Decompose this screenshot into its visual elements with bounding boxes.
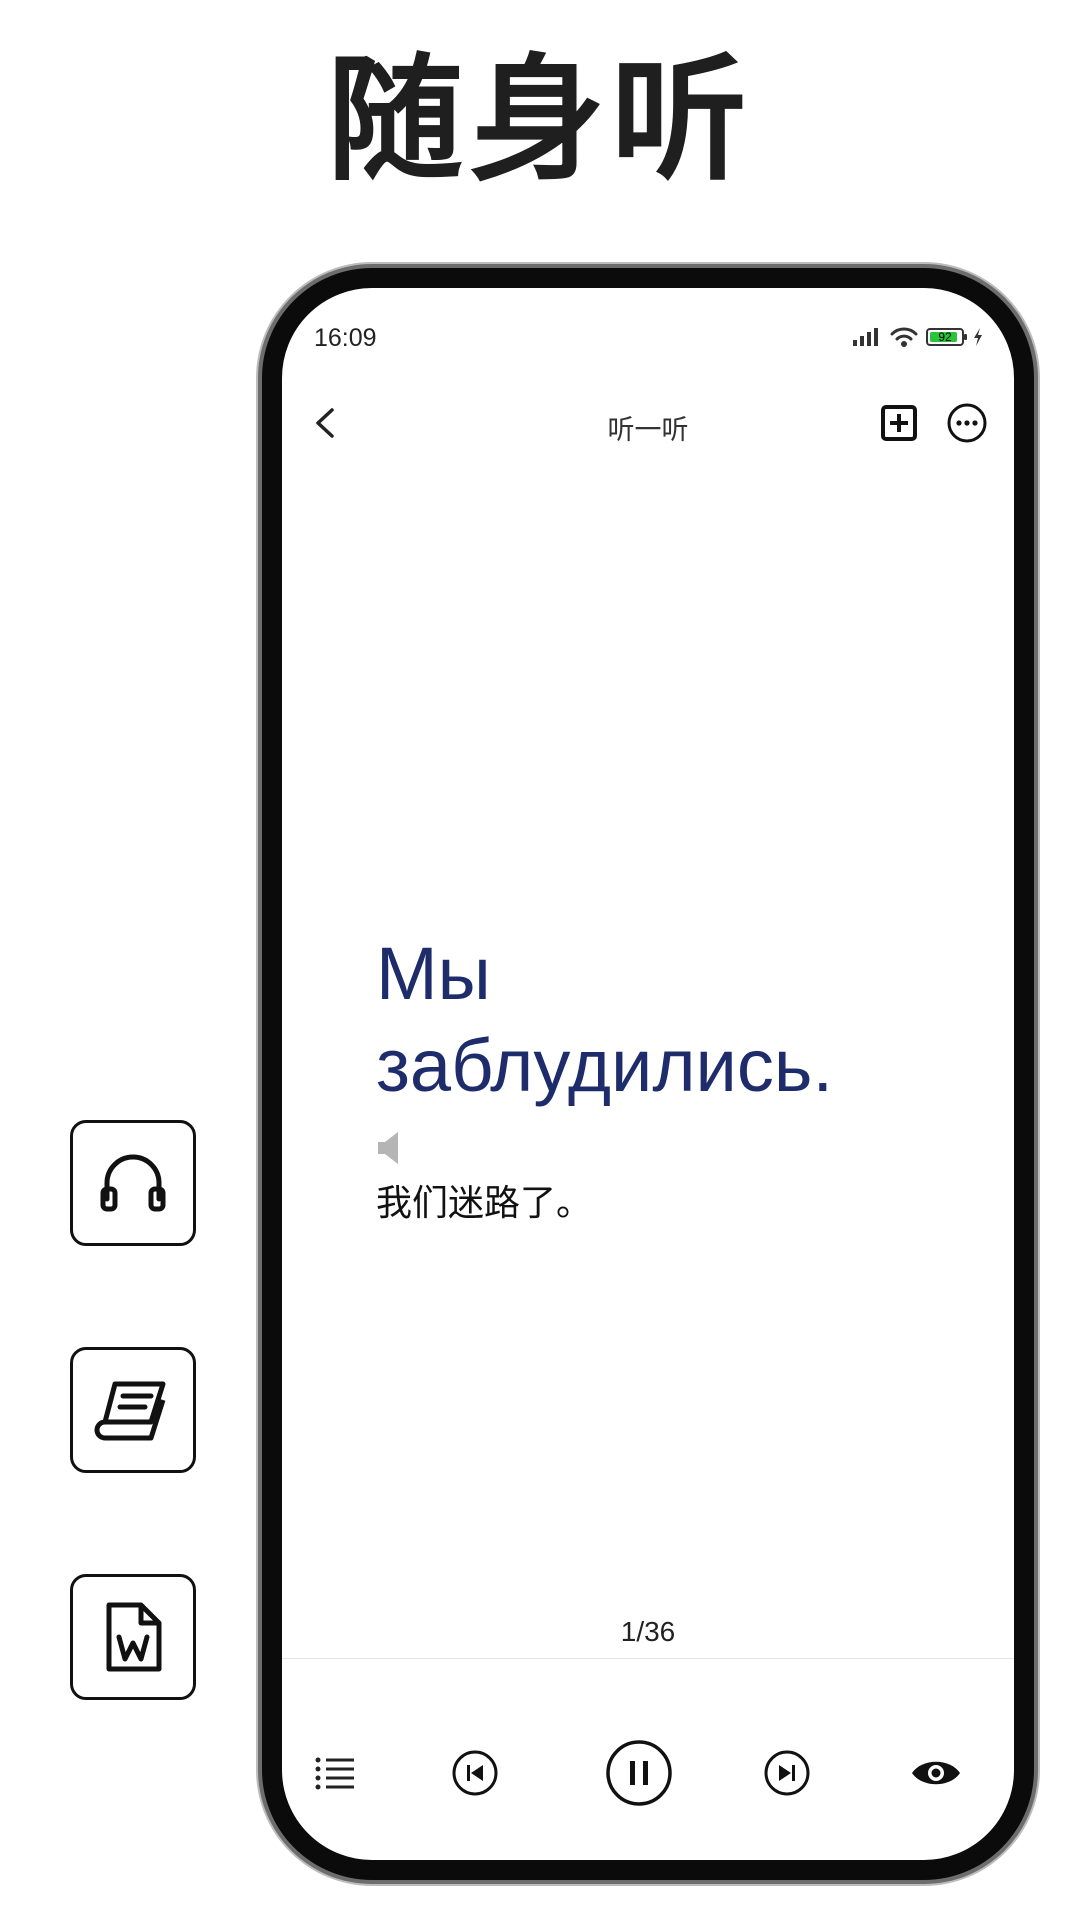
headphones-icon — [100, 1154, 166, 1212]
book-icon — [94, 1381, 166, 1441]
charging-icon — [974, 328, 982, 346]
signal-icon — [853, 328, 878, 346]
headphones-feature — [70, 1120, 196, 1246]
pause-button[interactable] — [604, 1738, 674, 1808]
more-icon[interactable] — [946, 402, 988, 444]
status-icons: 92 — [852, 326, 984, 348]
word-document-feature — [70, 1574, 196, 1700]
foreign-phrase-line-2: заблудились. — [376, 1024, 834, 1107]
previous-button[interactable] — [450, 1748, 500, 1798]
phrase-card: Мы заблудились. 我们迷路了。 — [376, 928, 976, 1226]
list-icon — [315, 1757, 354, 1790]
controls-divider — [282, 1658, 1014, 1659]
phone-frame: 16:09 92 听一听 Мы заблудились. 我们迷路了。 1/36 — [262, 268, 1034, 1880]
foreign-phrase-line-1: Мы — [376, 932, 491, 1015]
next-icon — [764, 1750, 810, 1796]
previous-icon — [452, 1750, 498, 1796]
battery-level: 92 — [938, 330, 952, 344]
eye-icon — [912, 1761, 960, 1785]
add-icon[interactable] — [880, 404, 918, 442]
translation-text: 我们迷路了。 — [376, 1183, 593, 1224]
visibility-toggle[interactable] — [908, 1752, 964, 1794]
speaker-icon[interactable] — [376, 1130, 402, 1166]
status-bar: 16:09 92 — [282, 288, 1014, 358]
pause-icon — [606, 1740, 672, 1806]
navigation-bar: 听一听 — [282, 388, 1014, 458]
next-button[interactable] — [762, 1748, 812, 1798]
progress-counter: 1/36 — [620, 1616, 676, 1647]
status-time: 16:09 — [314, 324, 377, 352]
phone-screen: 16:09 92 听一听 Мы заблудились. 我们迷路了。 1/36 — [282, 288, 1014, 1860]
playlist-button[interactable] — [312, 1750, 358, 1796]
playback-controls — [282, 1728, 1014, 1818]
page-headline: 随身听 — [327, 42, 753, 200]
wifi-icon — [890, 327, 918, 347]
word-document-icon — [106, 1602, 162, 1672]
book-feature — [70, 1347, 196, 1473]
battery-indicator: 92 — [926, 328, 967, 346]
